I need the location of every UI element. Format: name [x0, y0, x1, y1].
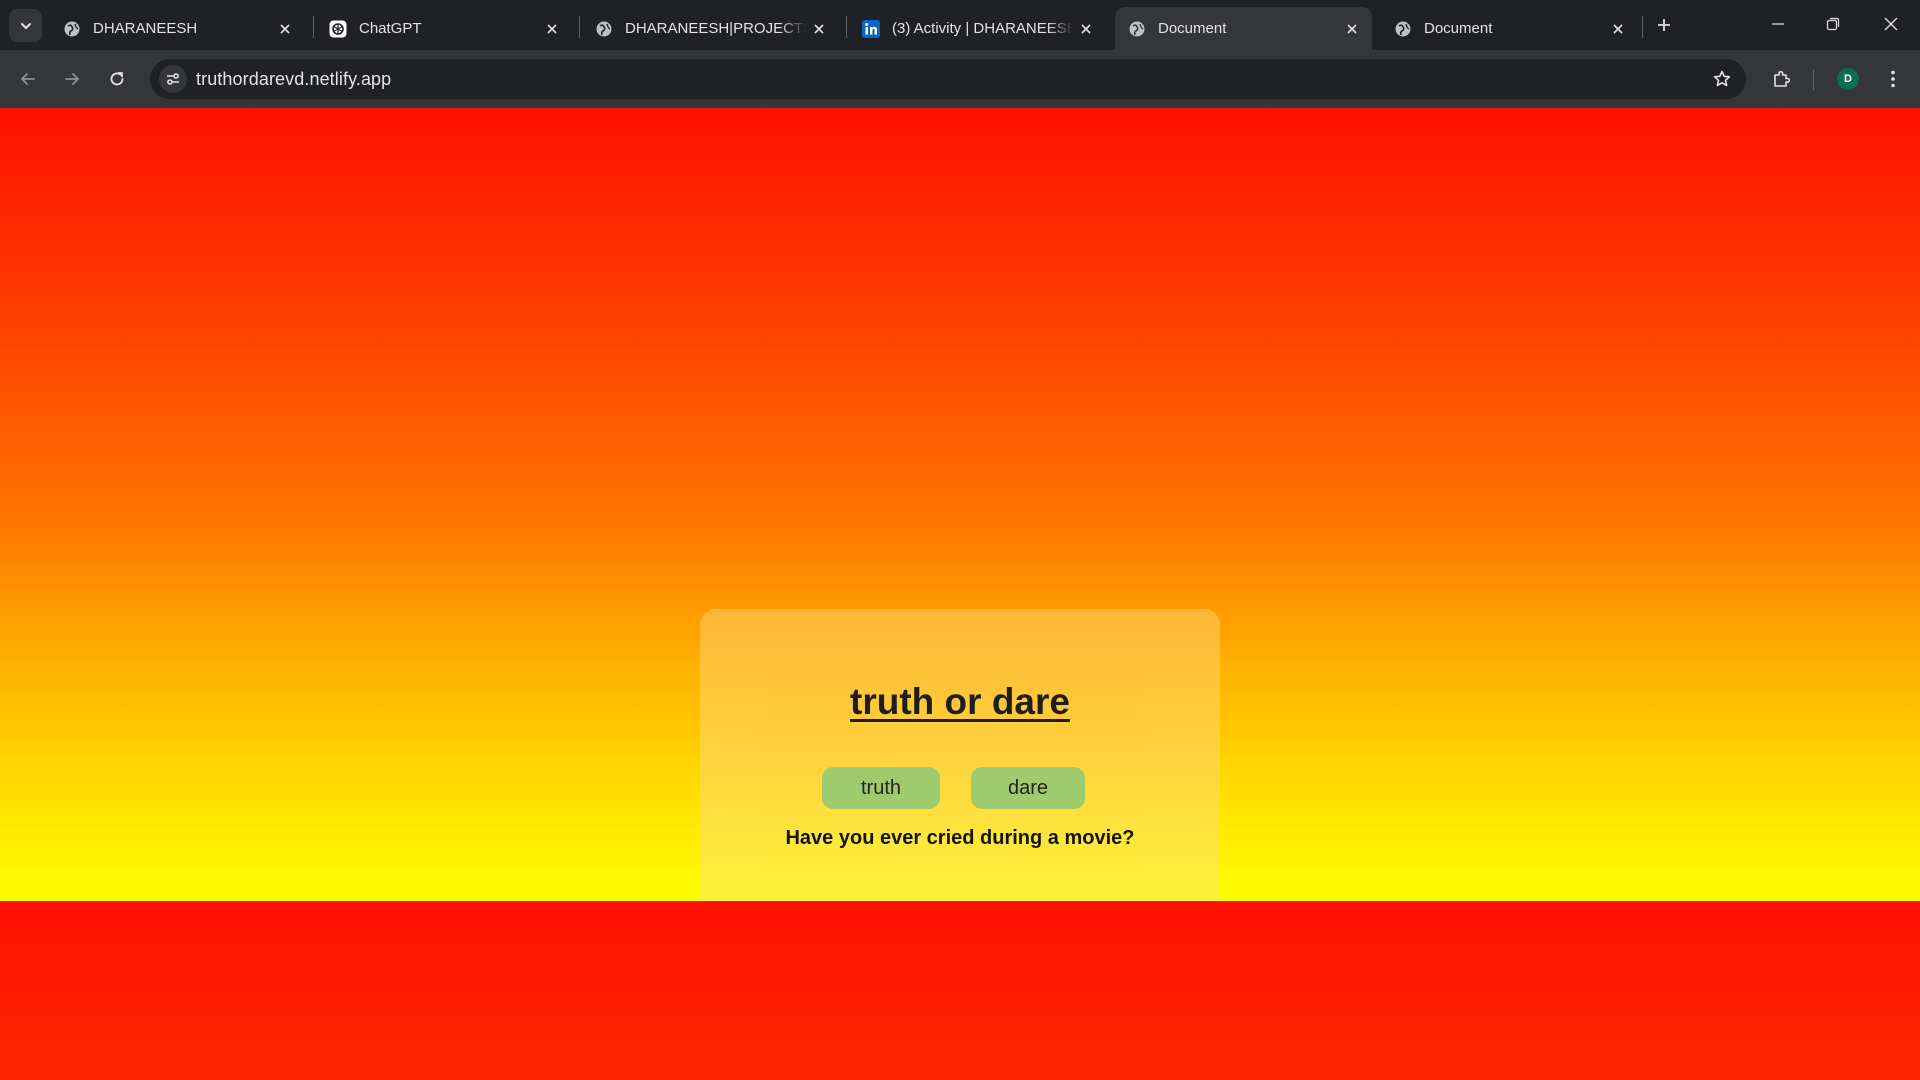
restore-button[interactable]: [1811, 6, 1855, 42]
globe-icon: [1128, 20, 1146, 38]
address-bar[interactable]: truthordarevd.netlify.app: [150, 59, 1746, 99]
page-background-lower: [0, 901, 1920, 1080]
tab-search-button[interactable]: [9, 9, 42, 42]
tab-divider: [313, 16, 314, 38]
restore-icon: [1826, 17, 1840, 31]
back-button[interactable]: [11, 62, 45, 96]
arrow-right-icon: [65, 73, 79, 85]
forward-button[interactable]: [55, 62, 89, 96]
linkedin-icon: [862, 19, 880, 38]
close-icon[interactable]: [540, 17, 564, 41]
toolbar-divider: [1813, 70, 1814, 90]
kebab-menu-icon: [1891, 70, 1895, 88]
new-tab-button[interactable]: [1651, 12, 1677, 38]
star-icon: [1713, 70, 1731, 87]
close-icon[interactable]: [1340, 17, 1364, 41]
chevron-down-icon: [20, 22, 31, 29]
tab-linkedin-activity[interactable]: (3) Activity | DHARANEESH: [849, 7, 1106, 50]
dare-button[interactable]: dare: [971, 767, 1085, 809]
tab-dharaneesh[interactable]: DHARANEESH: [50, 7, 305, 50]
tab-document[interactable]: Document: [1381, 7, 1638, 50]
tab-title: Document: [1424, 20, 1493, 37]
browser-toolbar: truthordarevd.netlify.app D: [0, 50, 1920, 108]
tune-icon: [167, 73, 179, 85]
reload-button[interactable]: [100, 62, 134, 96]
puzzle-icon: [1774, 70, 1791, 87]
tab-strip: DHARANEESH ChatGPT DHARANEESH|PROJECTS (…: [0, 0, 1920, 50]
site-info-button[interactable]: [159, 65, 187, 93]
avatar: D: [1837, 68, 1859, 90]
close-icon[interactable]: [1074, 17, 1098, 41]
tab-divider: [846, 16, 847, 38]
close-icon[interactable]: [1606, 17, 1630, 41]
reload-icon: [110, 72, 124, 86]
url-text[interactable]: truthordarevd.netlify.app: [196, 69, 391, 90]
tab-document-active[interactable]: Document: [1115, 7, 1372, 50]
globe-icon: [63, 20, 81, 38]
tab-projects[interactable]: DHARANEESH|PROJECTS: [582, 7, 839, 50]
close-icon: [1884, 17, 1898, 31]
close-icon[interactable]: [807, 17, 831, 41]
tab-divider: [1642, 16, 1643, 38]
tab-title: (3) Activity | DHARANEESH: [892, 20, 1074, 37]
tab-title: DHARANEESH: [93, 20, 198, 37]
truth-button[interactable]: truth: [822, 767, 940, 809]
page-title: truth or dare: [850, 681, 1070, 722]
tab-chatgpt[interactable]: ChatGPT: [316, 7, 572, 50]
minimize-button[interactable]: [1756, 6, 1800, 42]
minimize-icon: [1772, 23, 1784, 25]
game-card: truth or dare truth dare Have you ever c…: [700, 609, 1220, 901]
plus-icon: [1658, 19, 1670, 31]
globe-icon: [1394, 20, 1412, 38]
question-text: Have you ever cried during a movie?: [785, 827, 1135, 849]
tab-divider: [579, 16, 580, 38]
tab-title: Document: [1158, 20, 1227, 37]
chatgpt-icon: [329, 20, 347, 38]
arrow-left-icon: [21, 73, 35, 85]
menu-button[interactable]: [1876, 62, 1910, 96]
tab-title: ChatGPT: [359, 20, 422, 37]
tab-title: DHARANEESH|PROJECTS: [625, 20, 807, 37]
extensions-button[interactable]: [1765, 62, 1799, 96]
profile-button[interactable]: D: [1831, 62, 1865, 96]
close-icon[interactable]: [273, 17, 297, 41]
globe-icon: [595, 20, 613, 38]
bookmark-button[interactable]: [1710, 67, 1734, 91]
page-viewport: truth or dare truth dare Have you ever c…: [0, 108, 1920, 1080]
close-window-button[interactable]: [1869, 6, 1913, 42]
